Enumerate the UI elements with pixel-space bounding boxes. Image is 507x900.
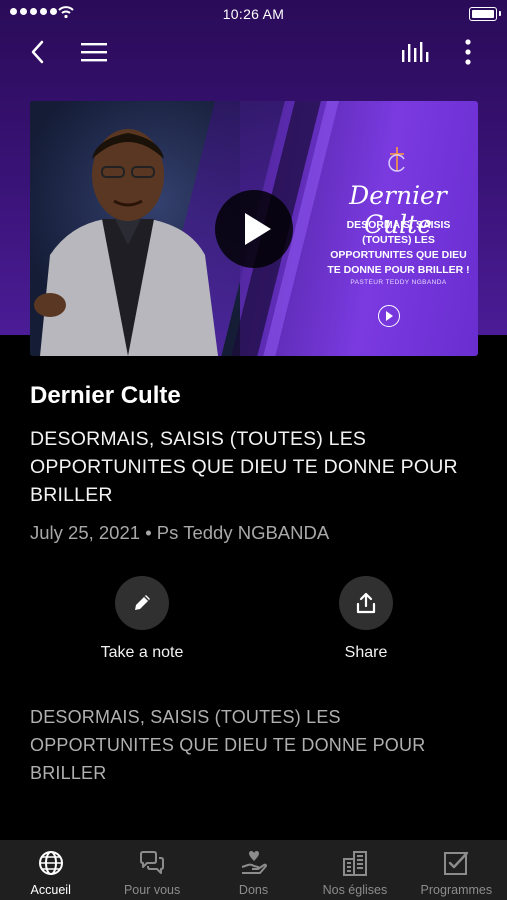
pencil-icon (135, 595, 150, 610)
thumbnail-slogan: DESORMAIS, SAISIS (TOUTES) LES OPPORTUNI… (327, 219, 470, 276)
status-time: 10:26 AM (222, 6, 285, 22)
tab-programmes[interactable]: Programmes (406, 840, 507, 900)
chevron-left-icon (31, 40, 44, 64)
checkbox-icon (444, 851, 469, 875)
thumbnail-play-icon (378, 305, 400, 327)
tab-dons[interactable]: Dons (203, 840, 304, 900)
audio-bars-icon (402, 42, 429, 62)
status-bar: 10:26 AM (0, 0, 507, 28)
sermon-description: DESORMAIS, SAISIS (TOUTES) LES OPPORTUNI… (30, 707, 426, 783)
more-vertical-icon (465, 39, 471, 65)
tab-label: Programmes (420, 883, 493, 897)
play-button[interactable] (215, 190, 293, 268)
video-thumbnail[interactable]: Dernier Culte DESORMAIS, SAISIS (TOUTES)… (30, 101, 478, 356)
menu-button[interactable] (78, 36, 110, 68)
thumbnail-pastor: PASTEUR TEDDY NGBANDA (350, 279, 447, 286)
bottom-tab-bar: Accueil Pour vous Dons Nos églises Progr… (0, 840, 507, 900)
audio-button[interactable] (398, 36, 432, 68)
tab-nos-eglises[interactable]: Nos églises (304, 840, 405, 900)
buildings-icon (342, 851, 367, 876)
tab-label: Nos églises (322, 883, 388, 897)
battery-icon (469, 7, 497, 21)
chat-bubbles-icon (140, 851, 165, 874)
hand-heart-icon (241, 851, 267, 874)
hamburger-icon (81, 43, 107, 62)
sermon-subtitle: DESORMAIS, SAISIS (TOUTES) LES OPPORTUNI… (30, 428, 458, 506)
take-note-label: Take a note (100, 644, 184, 661)
sermon-title: Dernier Culte (30, 382, 181, 409)
back-button[interactable] (22, 36, 54, 68)
share-label: Share (344, 644, 388, 661)
share-icon (356, 592, 376, 614)
tab-accueil[interactable]: Accueil (0, 840, 101, 900)
tab-label: Pour vous (123, 883, 181, 897)
globe-icon (38, 851, 63, 875)
tab-label: Accueil (30, 883, 71, 897)
more-options-button[interactable] (454, 36, 482, 68)
share-button[interactable]: Share (306, 576, 426, 662)
take-note-button[interactable]: Take a note (82, 576, 202, 662)
church-logo-icon (388, 147, 405, 172)
tab-label: Dons (238, 883, 269, 897)
preacher-image (34, 129, 218, 356)
sermon-meta: July 25, 2021 • Ps Teddy NGBANDA (30, 522, 330, 543)
tab-pour-vous[interactable]: Pour vous (101, 840, 202, 900)
